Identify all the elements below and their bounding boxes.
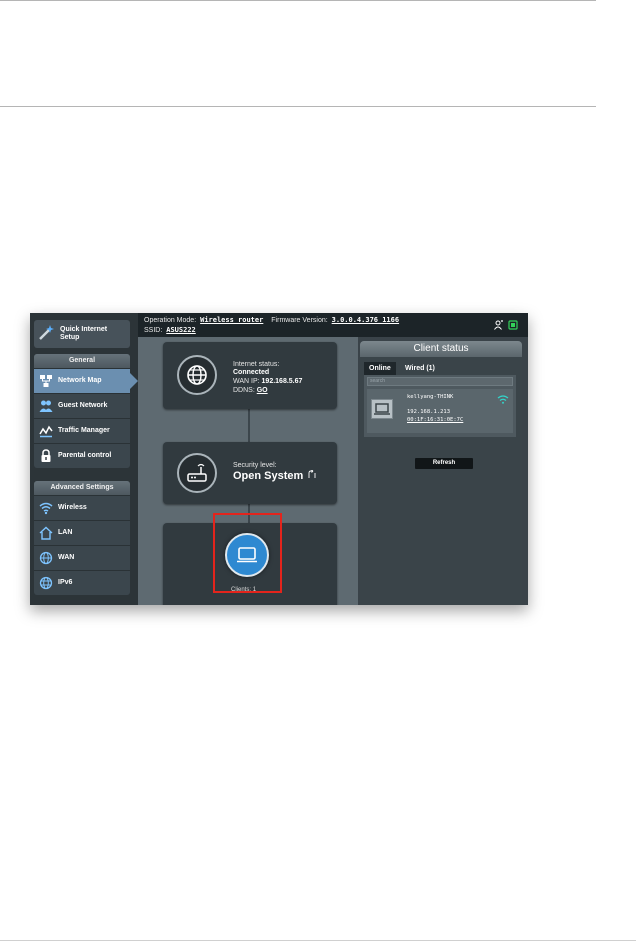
sidebar-item-parental-control[interactable]: Parental control [34, 443, 130, 468]
client-search-input[interactable]: search [367, 377, 513, 386]
security-edit-icon[interactable] [308, 469, 317, 479]
sidebar-item-lan[interactable]: LAN [34, 520, 130, 545]
connector-line [248, 407, 250, 447]
sidebar-item-traffic-manager[interactable]: Traffic Manager [34, 418, 130, 443]
sidebar-item-wireless[interactable]: Wireless [34, 495, 130, 520]
security-level-label: Security level: [233, 462, 277, 469]
security-card[interactable]: Security level: Open System [163, 442, 337, 504]
traffic-manager-icon [39, 425, 53, 438]
client-status-title: Client status [360, 341, 522, 357]
quick-internet-setup-button[interactable]: Quick Internet Setup [34, 320, 130, 348]
ddns-label: DDNS: [233, 387, 255, 394]
wan-ip-label: WAN IP: [233, 378, 260, 385]
general-header: General [34, 354, 130, 368]
ssid-link[interactable]: ASUS222 [166, 326, 196, 334]
sidebar-item-label: Wireless [58, 504, 87, 511]
tab-online[interactable]: Online [364, 362, 396, 375]
sidebar-item-label: IPv6 [58, 579, 73, 586]
ipv6-globe-icon [39, 576, 53, 590]
sidebar-item-label: Network Map [58, 377, 102, 384]
sidebar-item-label: WAN [58, 554, 75, 561]
ssid-row: SSID: ASUS222 [144, 325, 196, 336]
router-icon [187, 463, 207, 482]
magic-wand-icon [39, 325, 54, 340]
internet-node[interactable] [177, 355, 217, 395]
header-rule [0, 106, 596, 107]
internet-status-card[interactable]: Internet status: Connected WAN IP: 192.1… [163, 342, 337, 409]
globe-icon [39, 551, 53, 565]
advanced-settings-header: Advanced Settings [34, 481, 130, 495]
home-icon [39, 526, 53, 540]
sidebar-item-ipv6[interactable]: IPv6 [34, 570, 130, 595]
wan-ip-value: 192.168.5.67 [261, 378, 303, 385]
connection-type-icon [497, 395, 509, 404]
status-icons [494, 320, 522, 332]
ddns-go-link[interactable]: GO [257, 387, 268, 394]
router-admin-screenshot: Quick Internet Setup General Network Map… [30, 313, 528, 605]
client-ip: 192.168.1.213 [407, 409, 451, 415]
user-status-icon[interactable] [494, 320, 504, 330]
list-item[interactable]: kellyang-THINK 192.168.1.213 00:1F:16:31… [367, 389, 513, 433]
security-level-value: Open System [233, 470, 304, 482]
quick-internet-setup-label: Quick Internet Setup [60, 326, 108, 341]
ssid-label: SSID: [144, 327, 163, 334]
globe-icon [187, 365, 207, 385]
operation-mode-label: Operation Mode: [144, 317, 197, 324]
client-list: search kellyang-THINK 192.168.1.213 00:1… [364, 375, 516, 437]
sidebar-item-label: Parental control [58, 452, 112, 459]
network-map-icon [40, 375, 52, 387]
tab-wired[interactable]: Wired (1) [400, 362, 440, 375]
lock-icon [41, 449, 51, 462]
operation-mode-link[interactable]: Wireless router [200, 316, 263, 324]
guest-network-icon [39, 400, 53, 412]
wifi-icon [39, 502, 53, 515]
client-mac[interactable]: 00:1F:16:31:0E:7C [407, 417, 463, 424]
active-indicator [130, 373, 138, 389]
sidebar-item-network-map[interactable]: Network Map [34, 368, 138, 393]
refresh-button[interactable]: Refresh [415, 458, 473, 469]
top-status-bar: Operation Mode: Wireless router Firmware… [138, 313, 528, 337]
general-panel: General Network Map Guest Network Traffi… [34, 354, 138, 468]
clients-highlight-box [213, 513, 282, 593]
firmware-label: Firmware Version: [271, 317, 328, 324]
sidebar-item-label: LAN [58, 529, 73, 536]
laptop-icon [374, 403, 390, 415]
sidebar-item-label: Guest Network [58, 402, 108, 409]
sidebar-item-label: Traffic Manager [58, 427, 110, 434]
client-status-panel: Client status Online Wired (1) search ke… [360, 341, 522, 605]
sidebar: Quick Internet Setup General Network Map… [30, 313, 138, 605]
internet-status-value: Connected [233, 369, 270, 376]
firmware-version-link[interactable]: 3.0.0.4.376_1166 [332, 316, 399, 324]
usb-status-icon[interactable] [508, 320, 518, 330]
computer-icon [371, 399, 393, 419]
sidebar-item-guest-network[interactable]: Guest Network [34, 393, 130, 418]
sidebar-item-wan[interactable]: WAN [34, 545, 130, 570]
top-rule [0, 0, 596, 1]
client-name: kellyang-THINK [407, 394, 454, 400]
client-status-tabs: Online Wired (1) [360, 362, 522, 375]
advanced-settings-panel: Advanced Settings Wireless LAN WAN IPv6 [34, 481, 130, 595]
router-node[interactable] [177, 453, 217, 493]
